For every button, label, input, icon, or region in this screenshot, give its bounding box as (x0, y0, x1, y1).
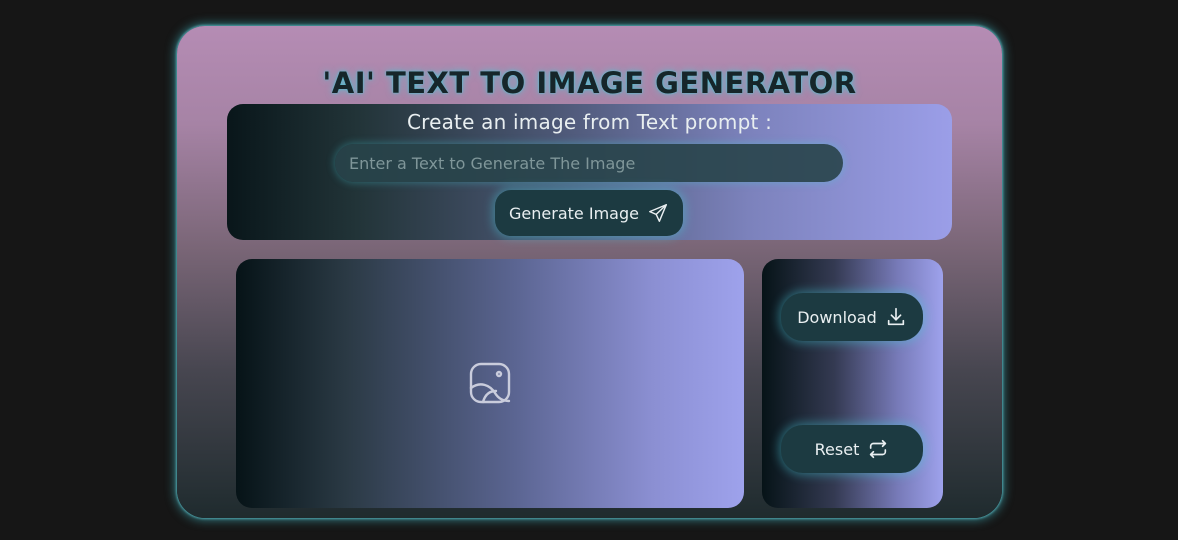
prompt-panel: Create an image from Text prompt : Gener… (227, 104, 952, 240)
prompt-input[interactable] (335, 144, 843, 182)
reset-label: Reset (814, 439, 860, 459)
repeat-icon (870, 439, 887, 459)
image-icon (469, 362, 511, 404)
reset-button[interactable]: Reset (781, 425, 923, 473)
generate-image-label: Generate Image (509, 203, 639, 223)
download-label: Download (797, 307, 877, 327)
send-icon (648, 204, 667, 222)
actions-panel: Download Reset (762, 259, 943, 508)
page-title: 'AI' TEXT TO IMAGE GENERATOR (322, 66, 857, 100)
generate-image-button[interactable]: Generate Image (495, 190, 683, 236)
image-preview-panel (236, 259, 744, 508)
download-icon (887, 307, 904, 326)
download-button[interactable]: Download (781, 293, 923, 341)
prompt-label: Create an image from Text prompt : (406, 110, 773, 134)
